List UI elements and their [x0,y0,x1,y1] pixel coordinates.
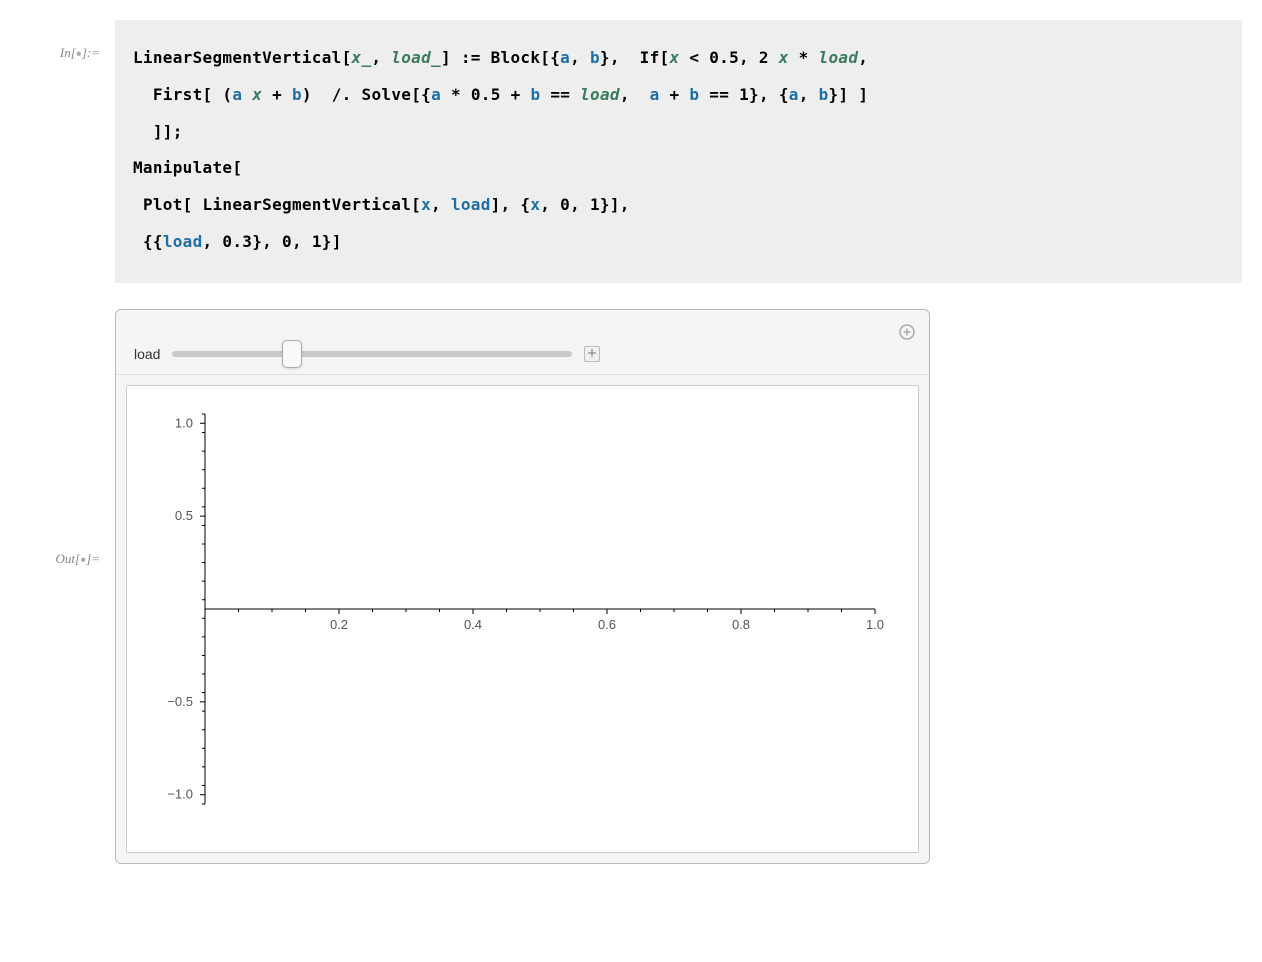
slider-thumb[interactable] [282,340,302,368]
svg-text:1.0: 1.0 [866,617,884,632]
svg-text:0.6: 0.6 [598,617,616,632]
plot-canvas: 0.2 0.4 0.6 0.8 1.0 −1.0 −0.5 0.5 1.0 [135,404,905,834]
svg-text:0.5: 0.5 [175,508,193,523]
slider-label: load [134,346,160,362]
input-cell-label: In[●]:= [20,20,115,61]
svg-text:0.8: 0.8 [732,617,750,632]
output-cell-row: Out[●]= load [20,291,1242,864]
svg-text:1.0: 1.0 [175,415,193,430]
svg-text:0.2: 0.2 [330,617,348,632]
add-control-icon[interactable] [899,324,915,340]
load-slider[interactable] [172,351,572,357]
output-cell-label: Out[●]= [20,291,115,567]
manipulate-panel: load 0.2 0.4 0.6 0.8 1.0 −1.0 −0.5 0.5 1.0 [115,309,930,864]
manipulate-controls: load [116,310,929,375]
input-cell-row: In[●]:= LinearSegmentVertical[x_, load_]… [20,20,1242,283]
svg-text:−0.5: −0.5 [167,694,193,709]
slider-expand-icon[interactable] [584,346,600,362]
plot-area: 0.2 0.4 0.6 0.8 1.0 −1.0 −0.5 0.5 1.0 [126,385,919,853]
svg-text:−1.0: −1.0 [167,786,193,801]
input-code[interactable]: LinearSegmentVertical[x_, load_] := Bloc… [115,20,1242,283]
svg-text:0.4: 0.4 [464,617,482,632]
